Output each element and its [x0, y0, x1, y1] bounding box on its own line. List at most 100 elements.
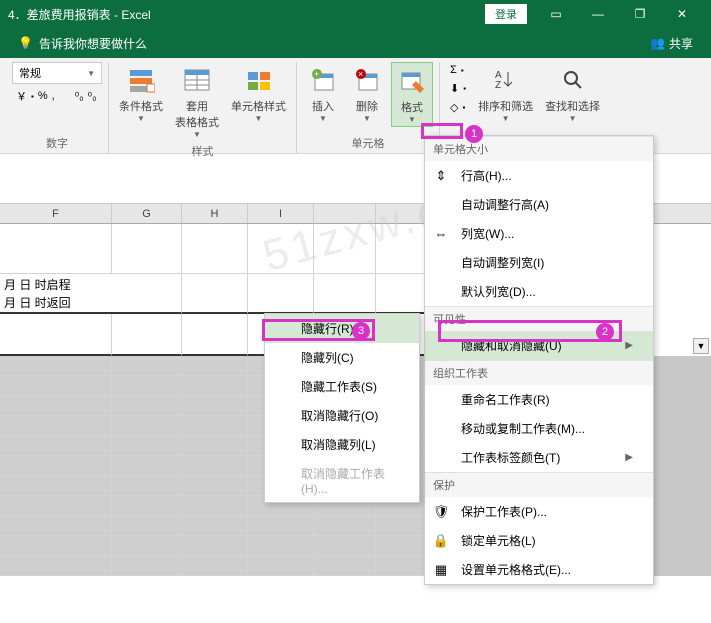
column-header-blank[interactable] [314, 204, 376, 223]
insert-cells-icon: + [307, 64, 339, 96]
chevron-down-icon: ▼ [137, 114, 145, 123]
cell-styles-button[interactable]: 单元格样式 ▼ [227, 62, 290, 125]
lightbulb-icon: 💡 [18, 36, 33, 50]
tellme-text[interactable]: 告诉我你想要做什么 [39, 35, 147, 52]
svg-text:+: + [314, 69, 319, 79]
fill-button[interactable]: ⬇▪ [446, 80, 470, 97]
sigma-icon: Σ [450, 64, 457, 76]
menu-section-visibility: 可见性 [425, 306, 653, 331]
menu-tab-color[interactable]: 工作表标签颜色(T)▶ [425, 443, 653, 472]
share-label: 共享 [669, 35, 693, 52]
titlebar: 4．差旅费用报销表 - Excel 登录 ▭ — ❐ ✕ [0, 0, 711, 28]
menu-protect-sheet[interactable]: 🛡保护工作表(P)... [425, 497, 653, 526]
restore-icon[interactable]: ❐ [619, 0, 661, 28]
cell-departure-return[interactable]: 月 日 时启程 月 日 时返回 [0, 274, 182, 314]
currency-button[interactable]: ￥ [16, 88, 27, 104]
find-select-label: 查找和选择 [545, 98, 600, 114]
format-as-table-button[interactable]: 套用 表格格式 ▼ [171, 62, 223, 141]
column-header-G[interactable]: G [112, 204, 182, 223]
fill-down-icon: ⬇ [450, 82, 459, 95]
format-label: 格式 [401, 99, 423, 115]
share-icon: 👥 [650, 36, 665, 50]
menu-auto-row-height[interactable]: 自动调整行高(A) [425, 190, 653, 219]
format-dropdown-menu: 单元格大小 ⇕行高(H)... 自动调整行高(A) ⇔列宽(W)... 自动调整… [424, 135, 654, 585]
close-icon[interactable]: ✕ [661, 0, 703, 28]
cell-styles-icon [243, 64, 275, 96]
submenu-arrow-icon: ▶ [625, 340, 633, 351]
svg-text:Z: Z [495, 80, 501, 91]
column-header-F[interactable]: F [0, 204, 112, 223]
comma-button[interactable]: , [52, 90, 55, 102]
menu-default-width[interactable]: 默认列宽(D)... [425, 277, 653, 306]
delete-button[interactable]: × 删除 ▼ [347, 62, 387, 125]
hide-unhide-submenu: 隐藏行(R) 隐藏列(C) 隐藏工作表(S) 取消隐藏行(O) 取消隐藏列(L)… [264, 313, 420, 503]
sort-filter-button[interactable]: AZ 排序和筛选 ▼ [474, 62, 537, 125]
ribbon-group-styles: 条件格式 ▼ 套用 表格格式 ▼ 单元格样式 ▼ 样式 [109, 62, 297, 153]
autosum-button[interactable]: Σ▪ [446, 62, 470, 78]
menu-cell-format[interactable]: ▦设置单元格格式(E)... [425, 555, 653, 584]
menu-hide-rows[interactable]: 隐藏行(R) [265, 314, 419, 343]
menu-col-width[interactable]: ⇔列宽(W)... [425, 219, 653, 248]
chevron-down-icon: ▼ [255, 114, 263, 123]
menu-rename-sheet[interactable]: 重命名工作表(R) [425, 385, 653, 414]
chevron-down-icon: ▼ [408, 115, 416, 124]
percent-button[interactable]: % [38, 90, 48, 102]
tellme-bar: 💡 告诉我你想要做什么 👥 共享 [0, 28, 711, 58]
menu-auto-col-width[interactable]: 自动调整列宽(I) [425, 248, 653, 277]
decrease-decimal-button[interactable]: ⁰₀ [88, 90, 97, 103]
table-fmt-label: 套用 表格格式 [175, 98, 219, 130]
column-header-I[interactable]: I [248, 204, 314, 223]
menu-section-organize: 组织工作表 [425, 360, 653, 385]
menu-hide-unhide[interactable]: 隐藏和取消隐藏(U)▶ [425, 331, 653, 360]
ribbon-display-options-icon[interactable]: ▭ [535, 0, 577, 28]
chevron-down-icon: ▼ [363, 114, 371, 123]
share-button[interactable]: 👥 共享 [650, 35, 693, 52]
col-width-icon: ⇔ [433, 226, 449, 242]
number-format-label: 常规 [19, 65, 41, 81]
menu-unhide-cols[interactable]: 取消隐藏列(L) [265, 430, 419, 459]
row-height-icon: ⇕ [433, 168, 449, 184]
menu-unhide-rows[interactable]: 取消隐藏行(O) [265, 401, 419, 430]
menu-unhide-sheet: 取消隐藏工作表(H)... [265, 459, 419, 502]
chevron-down-icon: ▼ [569, 114, 577, 123]
delete-cells-icon: × [351, 64, 383, 96]
increase-decimal-button[interactable]: ⁰₀ [75, 90, 84, 103]
protect-sheet-icon: 🛡 [433, 504, 449, 520]
lock-icon: 🔒 [433, 533, 449, 549]
format-button[interactable]: 格式 ▼ [391, 62, 433, 127]
insert-button[interactable]: + 插入 ▼ [303, 62, 343, 125]
column-header-H[interactable]: H [182, 204, 248, 223]
ribbon-group-cells: + 插入 ▼ × 删除 ▼ 格式 ▼ 单元格 [297, 62, 440, 153]
menu-move-copy-sheet[interactable]: 移动或复制工作表(M)... [425, 414, 653, 443]
sort-filter-label: 排序和筛选 [478, 98, 533, 114]
window-title: 4．差旅费用报销表 - Excel [8, 6, 485, 23]
menu-lock-cell[interactable]: 🔒锁定单元格(L) [425, 526, 653, 555]
svg-text:×: × [358, 69, 363, 79]
find-icon [557, 64, 589, 96]
find-select-button[interactable]: 查找和选择 ▼ [541, 62, 604, 125]
format-cells-icon: ▦ [433, 562, 449, 578]
submenu-arrow-icon: ▶ [625, 452, 633, 463]
table-format-icon [181, 64, 213, 96]
number-format-select[interactable]: 常规 ▼ [12, 62, 102, 84]
clear-button[interactable]: ◇▪ [446, 99, 470, 116]
annotation-number-1: 1 [465, 125, 483, 143]
conditional-formatting-icon [125, 64, 157, 96]
chevron-down-icon: ▼ [193, 130, 201, 139]
format-cells-icon [396, 65, 428, 97]
ribbon-group-number: 常规 ▼ ￥ ▪ % , ⁰₀ ⁰₀ 数字 [6, 62, 109, 153]
sort-filter-icon: AZ [490, 64, 522, 96]
menu-row-height[interactable]: ⇕行高(H)... [425, 161, 653, 190]
login-button[interactable]: 登录 [485, 4, 527, 24]
menu-hide-sheet[interactable]: 隐藏工作表(S) [265, 372, 419, 401]
group-label-number: 数字 [46, 133, 68, 153]
conditional-formatting-button[interactable]: 条件格式 ▼ [115, 62, 167, 125]
menu-section-protect: 保护 [425, 472, 653, 497]
menu-hide-cols[interactable]: 隐藏列(C) [265, 343, 419, 372]
group-label-cells: 单元格 [352, 133, 385, 153]
chevron-down-icon: ▼ [319, 114, 327, 123]
delete-label: 删除 [356, 98, 378, 114]
minimize-icon[interactable]: — [577, 0, 619, 28]
annotation-number-3: 3 [352, 322, 370, 340]
chevron-down-icon: ▼ [87, 69, 95, 78]
